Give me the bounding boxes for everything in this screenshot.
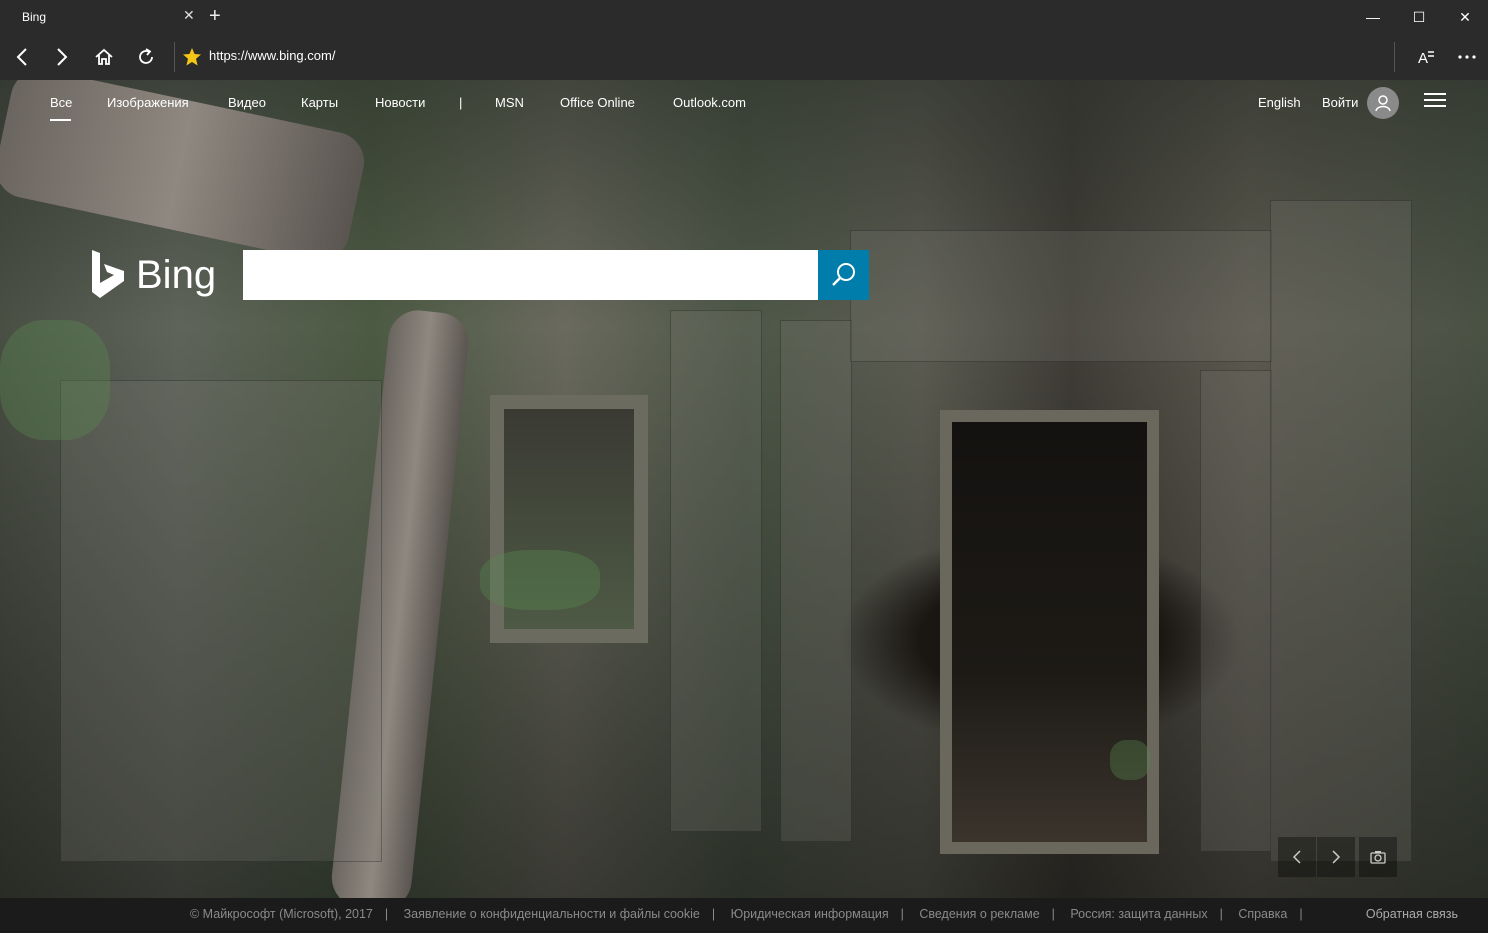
tab-close-icon[interactable]: ✕: [183, 7, 195, 24]
camera-icon[interactable]: [1359, 837, 1397, 877]
next-image-icon[interactable]: [1317, 837, 1355, 877]
bing-homepage: Все Изображения Видео Карты Новости | MS…: [0, 80, 1488, 898]
stone-pillar: [1270, 200, 1412, 862]
nav-office-online[interactable]: Office Online: [560, 95, 635, 110]
moss: [1110, 740, 1150, 780]
tab-title: Bing: [22, 10, 47, 24]
fern-foliage: [0, 320, 110, 440]
search-button[interactable]: [818, 250, 869, 300]
language-link[interactable]: English: [1258, 95, 1301, 110]
title-bar: Bing ✕ + — ☐ ✕: [0, 0, 1488, 34]
sign-in-link[interactable]: Войти: [1322, 95, 1358, 110]
nav-all[interactable]: Все: [50, 95, 72, 110]
previous-image-icon[interactable]: [1278, 837, 1316, 877]
refresh-icon[interactable]: [130, 42, 162, 72]
copyright: © Майкрософт (Microsoft), 2017: [190, 907, 373, 921]
nav-outlook[interactable]: Outlook.com: [673, 95, 746, 110]
stone-pillar: [780, 320, 852, 842]
divider: [174, 42, 175, 72]
browser-tab[interactable]: Bing ✕: [1, 0, 201, 34]
more-icon[interactable]: [1451, 42, 1483, 72]
nav-divider: |: [459, 95, 463, 110]
search-input[interactable]: [243, 250, 818, 300]
back-icon[interactable]: [6, 42, 38, 72]
hamburger-menu-icon[interactable]: [1424, 93, 1446, 109]
active-tab-indicator: [50, 119, 71, 121]
footer-links: © Майкрософт (Microsoft), 2017 | Заявлени…: [190, 907, 1303, 921]
moss: [480, 550, 600, 610]
url-field[interactable]: https://www.bing.com/: [209, 48, 335, 63]
footer-link-privacy[interactable]: Заявление о конфиденциальности и файлы c…: [404, 907, 700, 921]
new-tab-icon[interactable]: +: [209, 4, 221, 28]
close-window-icon[interactable]: ✕: [1442, 0, 1488, 34]
minimize-icon[interactable]: —: [1350, 0, 1396, 34]
nav-video[interactable]: Видео: [228, 95, 266, 110]
stone-pillar: [1200, 370, 1272, 852]
footer: © Майкрософт (Microsoft), 2017 | Заявлени…: [0, 898, 1488, 933]
read-aloud-icon[interactable]: A: [1410, 42, 1442, 72]
user-avatar-icon[interactable]: [1367, 87, 1399, 119]
footer-link-data-protection[interactable]: Россия: защита данных: [1070, 907, 1207, 921]
bing-b-icon: [92, 250, 124, 298]
temple-doorway: [940, 410, 1159, 854]
nav-news[interactable]: Новости: [375, 95, 425, 110]
svg-text:A: A: [1418, 50, 1428, 66]
forward-icon[interactable]: [46, 42, 78, 72]
carved-lintel: [850, 230, 1272, 362]
feedback-link[interactable]: Обратная связь: [1366, 907, 1458, 921]
footer-link-legal[interactable]: Юридическая информация: [731, 907, 889, 921]
maximize-icon[interactable]: ☐: [1396, 0, 1442, 34]
footer-link-help[interactable]: Справка: [1238, 907, 1287, 921]
footer-link-ads[interactable]: Сведения о рекламе: [919, 907, 1039, 921]
bing-logo-text: Bing: [136, 252, 217, 297]
favorite-star-icon[interactable]: [176, 42, 208, 72]
nav-msn[interactable]: MSN: [495, 95, 524, 110]
bing-logo[interactable]: Bing: [90, 250, 216, 300]
stone-pillar: [670, 310, 762, 832]
address-bar: https://www.bing.com/ A: [0, 34, 1488, 80]
search-icon: [831, 263, 855, 286]
nav-maps[interactable]: Карты: [301, 95, 338, 110]
nav-images[interactable]: Изображения: [107, 95, 189, 110]
stone-wall: [60, 380, 382, 862]
home-icon[interactable]: [88, 42, 120, 72]
divider: [1394, 42, 1395, 72]
